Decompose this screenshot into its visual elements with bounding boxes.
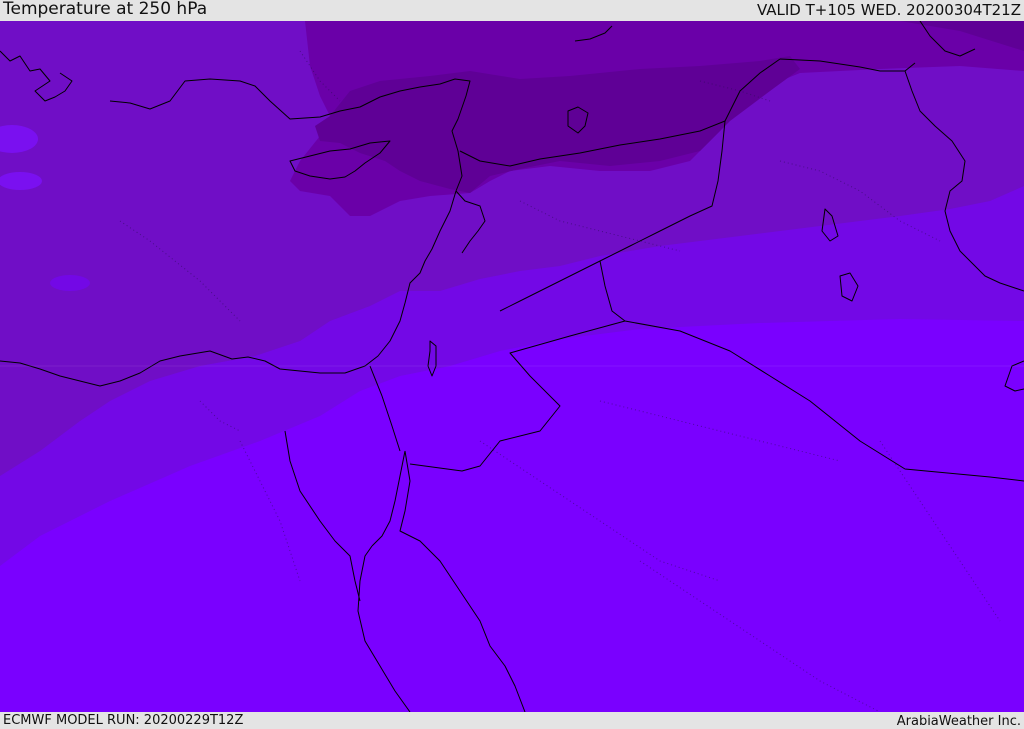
map-frame: Temperature at 250 hPa VALID T+105 WED. … xyxy=(0,0,1024,729)
warm-pocket-crete xyxy=(0,172,42,190)
credit-label: ArabiaWeather Inc. xyxy=(896,714,1021,729)
map-title: Temperature at 250 hPa xyxy=(3,0,208,19)
warm-pocket-sea xyxy=(50,275,90,291)
temperature-map[interactable] xyxy=(0,21,1024,712)
map-canvas xyxy=(0,21,1024,712)
header-bar: Temperature at 250 hPa VALID T+105 WED. … xyxy=(0,0,1024,21)
valid-time: VALID T+105 WED. 20200304T21Z xyxy=(756,1,1021,19)
model-run-label: ECMWF MODEL RUN: 20200229T12Z xyxy=(3,713,244,728)
footer-bar: ECMWF MODEL RUN: 20200229T12Z ArabiaWeat… xyxy=(0,712,1024,729)
